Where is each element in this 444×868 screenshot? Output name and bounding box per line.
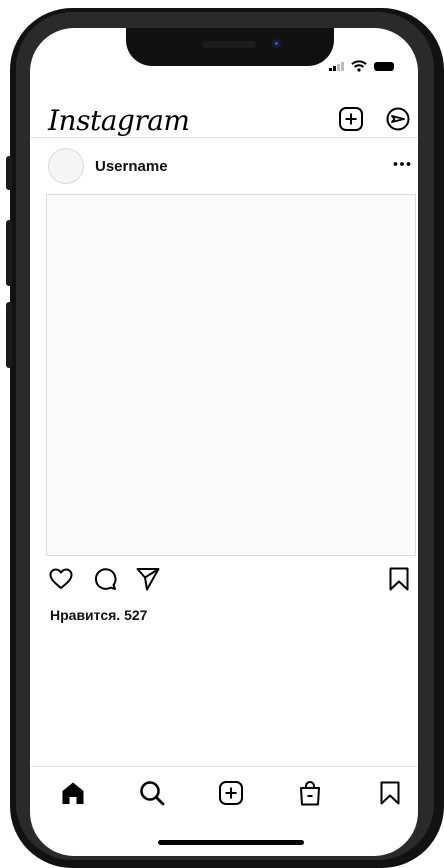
app-header: Instagram — [30, 104, 418, 138]
share-icon[interactable] — [135, 566, 161, 592]
status-bar — [329, 60, 394, 72]
header-divider — [30, 137, 418, 138]
instagram-logo[interactable]: Instagram — [48, 104, 190, 137]
speaker — [202, 41, 256, 48]
wifi-icon — [351, 60, 367, 72]
screen: Instagram Username Нравится. 527 — [30, 28, 418, 856]
front-camera — [272, 39, 281, 48]
volume-up-button — [6, 220, 12, 286]
bookmark-icon[interactable] — [386, 566, 412, 592]
plus-square-icon[interactable] — [338, 106, 364, 132]
likes-count: Нравится. 527 — [50, 607, 148, 623]
saved-icon[interactable] — [376, 779, 404, 807]
post-header: Username — [30, 148, 418, 188]
post-username[interactable]: Username — [95, 158, 168, 175]
shop-icon[interactable] — [296, 779, 324, 807]
post-actions — [30, 566, 418, 596]
add-icon[interactable] — [217, 779, 245, 807]
signal-icon — [329, 61, 344, 71]
direct-message-icon[interactable] — [385, 106, 411, 132]
home-indicator[interactable] — [158, 840, 304, 845]
search-icon[interactable] — [138, 779, 166, 807]
home-icon[interactable] — [59, 779, 87, 807]
battery-icon — [374, 61, 394, 71]
volume-down-button — [6, 302, 12, 368]
comment-icon[interactable] — [92, 566, 118, 592]
mute-switch — [6, 156, 12, 190]
avatar[interactable] — [48, 148, 84, 184]
post-image[interactable] — [46, 194, 416, 556]
more-options-icon[interactable] — [392, 154, 412, 174]
heart-icon[interactable] — [48, 566, 74, 592]
notch — [126, 28, 334, 66]
